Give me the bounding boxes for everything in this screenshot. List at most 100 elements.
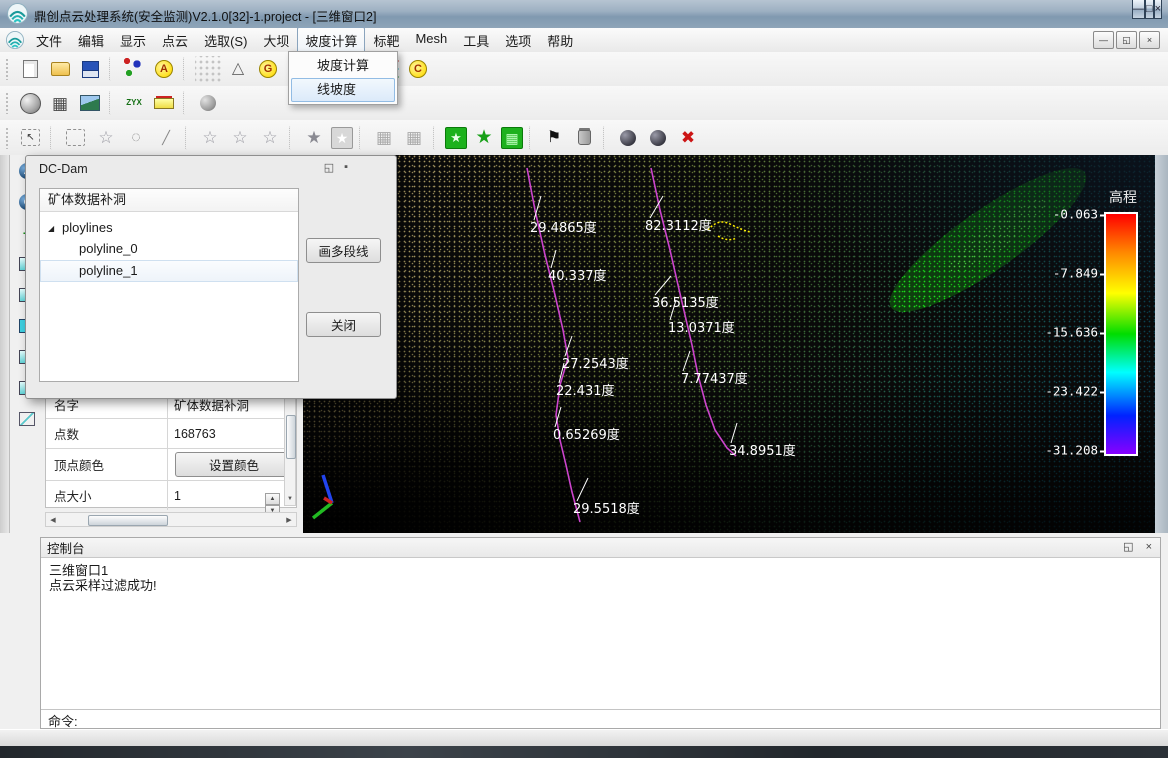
3d-viewport[interactable]: 29.4865度82.3112度40.337度36.5135度13.0371度2… <box>303 155 1155 533</box>
point-size-input[interactable]: 1 <box>174 489 181 503</box>
keep-selection-icon[interactable]: ★ <box>445 127 467 149</box>
view-cube-iso-icon[interactable] <box>14 407 40 431</box>
draw-polyline-button[interactable]: 画多段线 <box>306 238 381 263</box>
crop-outside-icon[interactable]: ▦ <box>401 125 427 151</box>
menu-select[interactable]: 选取(S) <box>196 27 255 54</box>
star-sub-select-icon[interactable]: ☆ <box>227 125 253 151</box>
dialog-close-button[interactable]: 关闭 <box>306 312 381 337</box>
toolbar-separator[interactable] <box>603 126 609 150</box>
open-file-icon[interactable] <box>47 56 73 82</box>
dc-dam-dialog[interactable]: DC-Dam ◱▪ 矿体数据补洞 ◢ ploylines polyline_0p… <box>25 155 397 399</box>
c2-tool-icon[interactable]: C <box>405 56 431 82</box>
mdi-minimize-button[interactable]: — <box>1093 31 1114 49</box>
menu-options[interactable]: 选项 <box>497 27 539 54</box>
mdi-restore-button[interactable]: ◱ <box>1116 31 1137 49</box>
minimize-button[interactable]: — <box>1132 0 1145 19</box>
mdi-child-icon <box>6 31 24 49</box>
star-inv-select-icon[interactable]: ☆ <box>257 125 283 151</box>
toolbar-grip[interactable] <box>5 92 9 114</box>
globe-icon[interactable] <box>17 90 43 116</box>
star-solid-icon[interactable]: ★ <box>301 125 327 151</box>
sphere-dark-red-icon[interactable] <box>645 125 671 151</box>
menu-slope[interactable]: 坡度计算 <box>297 27 365 54</box>
new-file-icon[interactable] <box>17 56 43 82</box>
toolbar-separator[interactable] <box>185 126 191 150</box>
menu-file[interactable]: 文件 <box>28 27 70 54</box>
expander-icon[interactable]: ◢ <box>48 219 54 239</box>
dialog-float-button[interactable]: ◱ <box>324 161 334 174</box>
set-color-button[interactable]: 设置颜色 <box>175 452 293 477</box>
green-star-icon[interactable]: ★ <box>471 125 497 151</box>
line-pick-icon[interactable]: ╱ <box>153 125 179 151</box>
sphere-dark-icon[interactable] <box>615 125 641 151</box>
toolbar-separator[interactable] <box>183 57 189 81</box>
lasso-select-icon[interactable]: ◌ <box>123 125 149 151</box>
pick-cursor-icon[interactable]: ↖ <box>21 129 40 146</box>
toolbar-grip[interactable] <box>5 58 9 80</box>
green-grid-icon[interactable]: ▦ <box>501 127 523 149</box>
trash-icon[interactable] <box>571 125 597 151</box>
toolbar-separator[interactable] <box>109 91 115 115</box>
scroll-down-icon[interactable]: ▼ <box>285 493 295 505</box>
polygon-select-icon[interactable]: ☆ <box>93 125 119 151</box>
main-area: AC+ 名字 矿体数据补洞 点数 168763 顶点颜色 设置颜色 点大小 1 … <box>0 155 1168 533</box>
measure-icon[interactable] <box>151 90 177 116</box>
sphere-icon[interactable] <box>195 90 221 116</box>
delete-x-icon[interactable]: ✖ <box>675 125 701 151</box>
list-header[interactable]: 矿体数据补洞 <box>40 189 298 212</box>
toolbar-separator[interactable] <box>289 126 295 150</box>
menu-tools[interactable]: 工具 <box>455 27 497 54</box>
slope-menu-item-line-slope[interactable]: 线坡度 <box>291 78 395 102</box>
slope-angle-label: 29.5518度 <box>573 498 640 517</box>
scrollbar-thumb[interactable] <box>88 515 168 526</box>
maximize-button[interactable]: □ <box>1145 0 1154 19</box>
slope-menu-item-slope-calc[interactable]: 坡度计算 <box>291 54 395 78</box>
axes-icon[interactable]: ZYX <box>121 90 147 116</box>
menu-target[interactable]: 标靶 <box>365 27 407 54</box>
title-bar[interactable]: 鼎创点云处理系统(安全监测)V2.1.0[32]-1.project - [三维… <box>0 0 1168 29</box>
toolbar-grip[interactable] <box>5 127 9 149</box>
mdi-close-button[interactable]: × <box>1139 31 1160 49</box>
tree-item-polyline-0[interactable]: polyline_0 <box>40 238 298 260</box>
tree-item-polyline-1[interactable]: polyline_1 <box>40 260 298 282</box>
image-view-icon[interactable] <box>77 90 103 116</box>
properties-vertical-scrollbar[interactable]: ▼ <box>284 392 296 506</box>
star-add-select-icon[interactable]: ☆ <box>197 125 223 151</box>
scrollbar-thumb[interactable] <box>286 415 296 459</box>
spin-up-icon[interactable]: ▲ <box>265 493 280 505</box>
point-color-icon[interactable] <box>121 56 147 82</box>
flag-icon[interactable]: ⚑ <box>541 125 567 151</box>
scroll-right-icon[interactable]: ▶ <box>282 516 296 524</box>
star-box-icon[interactable]: ★ <box>331 127 353 149</box>
console-close-button[interactable]: × <box>1146 540 1152 554</box>
toolbar-separator[interactable] <box>183 91 189 115</box>
console-header[interactable]: 控制台 ◱× <box>41 538 1160 558</box>
menu-mesh[interactable]: Mesh <box>407 27 455 54</box>
menu-pointcloud[interactable]: 点云 <box>154 27 196 54</box>
menu-dam[interactable]: 大坝 <box>255 27 297 54</box>
rect-select-icon[interactable] <box>66 129 85 146</box>
toolbar-separator[interactable] <box>529 126 535 150</box>
menu-display[interactable]: 显示 <box>112 27 154 54</box>
toolbar-separator[interactable] <box>109 57 115 81</box>
tree-root-ploylines[interactable]: ◢ ploylines <box>40 218 298 238</box>
toolbar-separator[interactable] <box>359 126 365 150</box>
crop-inside-icon[interactable]: ▦ <box>371 125 397 151</box>
mesh-wire-icon[interactable]: △ <box>225 56 251 82</box>
menu-edit[interactable]: 编辑 <box>70 27 112 54</box>
g-tool-icon[interactable]: G <box>255 56 281 82</box>
properties-horizontal-scrollbar[interactable]: ◀ ▶ <box>45 512 297 527</box>
sample-points-icon[interactable] <box>195 56 221 82</box>
save-icon[interactable] <box>77 56 103 82</box>
console-output[interactable]: 三维窗口1点云采样过滤成功! <box>41 558 1160 709</box>
menu-help[interactable]: 帮助 <box>539 27 581 54</box>
dialog-pin-button[interactable]: ▪ <box>344 161 348 174</box>
toolbar-separator[interactable] <box>433 126 439 150</box>
console-float-button[interactable]: ◱ <box>1123 540 1133 554</box>
close-button[interactable]: × <box>1154 0 1162 19</box>
left-panel-grip[interactable] <box>0 155 10 533</box>
scroll-left-icon[interactable]: ◀ <box>46 516 60 524</box>
annotate-a-icon[interactable]: A <box>151 56 177 82</box>
grid-view-icon[interactable]: ▦ <box>47 90 73 116</box>
toolbar-separator[interactable] <box>50 126 56 150</box>
